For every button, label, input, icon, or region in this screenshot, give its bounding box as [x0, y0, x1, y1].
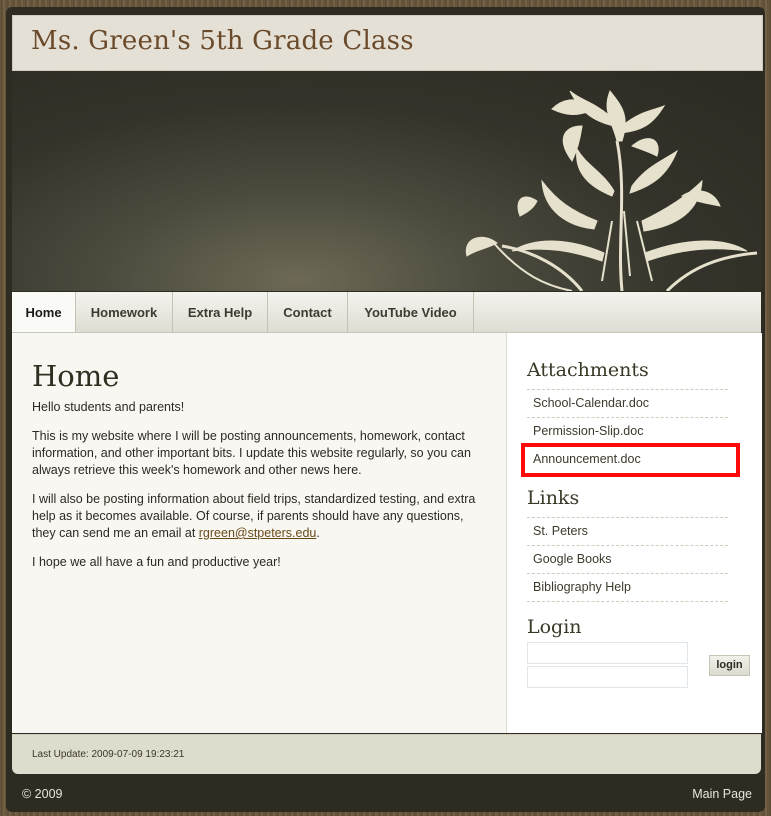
link-bibliography-help[interactable]: Bibliography Help [527, 574, 728, 602]
link-google-books[interactable]: Google Books [527, 546, 728, 574]
nav-contact[interactable]: Contact [268, 292, 348, 332]
page-heading: Home [32, 359, 120, 393]
site-header: Ms. Green's 5th Grade Class [12, 15, 763, 71]
sidebar: Attachments School-Calendar.doc Permissi… [506, 333, 762, 733]
info-text-end: . [316, 526, 320, 540]
login-heading: Login [527, 616, 582, 638]
main-page-link[interactable]: Main Page [692, 787, 752, 801]
nav-homework[interactable]: Homework [76, 292, 173, 332]
attachments-heading: Attachments [527, 359, 649, 381]
footer-bar: Last Update: 2009-07-09 19:23:21 [12, 734, 761, 774]
nav-home[interactable]: Home [12, 292, 76, 332]
site-title: Ms. Green's 5th Grade Class [31, 26, 414, 56]
nav-youtube-video[interactable]: YouTube Video [348, 292, 474, 332]
last-update-text: Last Update: 2009-07-09 19:23:21 [32, 749, 185, 760]
closing-paragraph: I hope we all have a fun and productive … [32, 555, 281, 569]
copyright-text: © 2009 [22, 787, 63, 801]
intro-paragraph: This is my website where I will be posti… [32, 429, 471, 477]
info-paragraph: I will also be posting information about… [32, 491, 482, 542]
links-list: St. Peters Google Books Bibliography Hel… [527, 517, 728, 602]
username-input[interactable] [527, 642, 688, 664]
password-input[interactable] [527, 666, 688, 688]
banner-image [12, 71, 762, 291]
attachment-permission-slip[interactable]: Permission-Slip.doc [527, 418, 728, 446]
link-st-peters[interactable]: St. Peters [527, 518, 728, 546]
main-nav: Home Homework Extra Help Contact YouTube… [12, 292, 761, 333]
highlight-box [521, 443, 740, 477]
attachment-school-calendar[interactable]: School-Calendar.doc [527, 390, 728, 418]
floral-ornament-icon [465, 90, 758, 291]
nav-extra-help[interactable]: Extra Help [173, 292, 268, 332]
login-button[interactable]: login [709, 655, 750, 676]
main-content: Home Hello students and parents! This is… [12, 333, 506, 733]
email-link[interactable]: rgreen@stpeters.edu [199, 526, 317, 540]
greeting-paragraph: Hello students and parents! [32, 400, 185, 414]
links-heading: Links [527, 487, 580, 509]
